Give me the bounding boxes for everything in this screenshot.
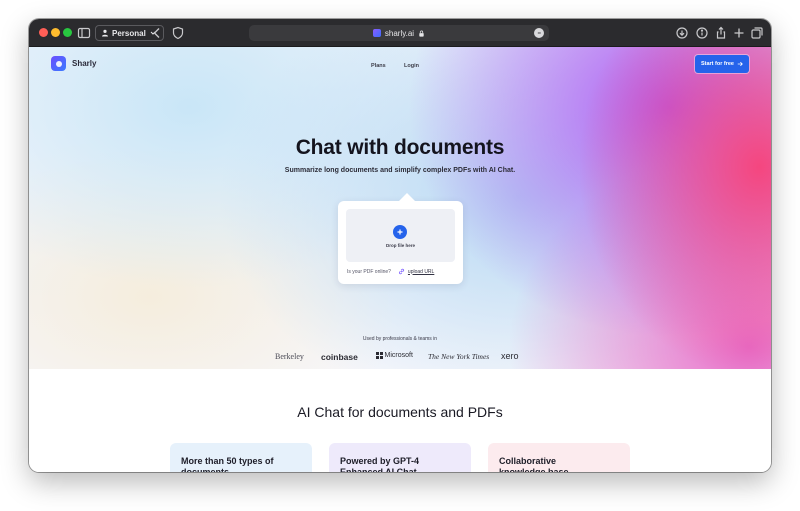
feature-card-document-types[interactable]: More than 50 types of documents [170, 443, 312, 472]
coinbase-logo: coinbase [321, 352, 358, 362]
file-dropzone[interactable]: Drop file here [346, 209, 455, 262]
browser-window: Personal sharly.ai ••• Sharly Plans Logi… [29, 19, 771, 472]
upload-card: Drop file here Is your PDF online? uploa… [338, 193, 463, 284]
hero-section: Sharly Plans Login Start for free Chat w… [29, 47, 771, 369]
back-chevron-icon[interactable] [149, 25, 165, 41]
tabs-icon[interactable] [749, 25, 765, 41]
profile-label: Personal [112, 28, 146, 38]
lock-icon [419, 30, 424, 37]
berkeley-logo: Berkeley [275, 352, 304, 361]
microsoft-logo: Microsoft [376, 352, 413, 359]
browser-toolbar: Personal sharly.ai ••• [29, 19, 771, 47]
nav-plans-link[interactable]: Plans [371, 63, 386, 69]
site-favicon-icon [372, 29, 381, 37]
nyt-logo: The New York Times [428, 352, 490, 361]
feature-title: Powered by GPT-4 Enhanced AI Chat [340, 456, 420, 472]
section-title: AI Chat for documents and PDFs [297, 404, 503, 420]
download-icon[interactable] [674, 25, 690, 41]
new-tab-icon[interactable] [731, 25, 747, 41]
plus-icon[interactable] [393, 225, 407, 239]
used-by-caption: Used by professionals & teams in [362, 336, 438, 342]
online-prompt: Is your PDF online? [347, 268, 391, 275]
sidebar-icon[interactable] [76, 25, 92, 41]
url-text: sharly.ai [384, 28, 415, 38]
page-title: Chat with documents [295, 136, 505, 159]
shield-icon[interactable] [170, 25, 186, 41]
close-icon[interactable] [39, 28, 48, 37]
info-icon[interactable] [694, 25, 710, 41]
site-logo[interactable]: Sharly [51, 56, 96, 71]
cta-label: Start for free [700, 61, 734, 67]
more-symbol: ••• [537, 30, 541, 35]
zoom-icon[interactable] [63, 28, 72, 37]
address-bar[interactable]: sharly.ai ••• [249, 25, 549, 41]
feature-card-gpt4[interactable]: Powered by GPT-4 Enhanced AI Chat [329, 443, 471, 472]
link-icon [398, 268, 404, 275]
web-page: Sharly Plans Login Start for free Chat w… [29, 47, 771, 472]
microsoft-grid-icon [376, 352, 383, 359]
start-for-free-button[interactable]: Start for free [695, 55, 749, 73]
share-icon[interactable] [713, 25, 729, 41]
sharly-logo-icon [51, 56, 66, 71]
page-subtitle: Summarize long documents and simplify co… [284, 167, 516, 174]
online-pdf-row: Is your PDF online? upload URL [347, 268, 434, 275]
feature-title: More than 50 types of documents [181, 456, 274, 472]
nav-login-link[interactable]: Login [404, 63, 419, 69]
upload-url-link[interactable]: upload URL [408, 269, 434, 275]
xero-logo: xero [501, 351, 519, 361]
feature-title: Collaborative knowledge base [499, 456, 569, 472]
logo-text: Sharly [72, 59, 97, 68]
microsoft-logo-text: Microsoft [384, 352, 413, 359]
person-icon [102, 29, 108, 37]
arrow-right-icon [737, 61, 743, 67]
drop-file-label: Drop file here [385, 243, 415, 248]
minimize-icon[interactable] [51, 28, 60, 37]
feature-card-knowledge-base[interactable]: Collaborative knowledge base [488, 443, 630, 472]
page-menu-icon[interactable]: ••• [534, 28, 544, 38]
